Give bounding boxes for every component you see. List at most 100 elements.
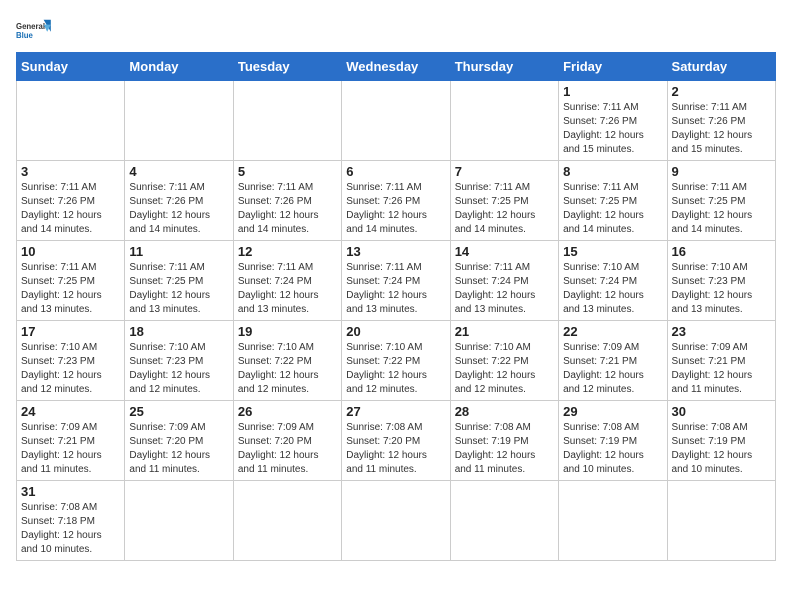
weekday-header-monday: Monday (125, 53, 233, 81)
calendar-day-cell: 3Sunrise: 7:11 AMSunset: 7:26 PMDaylight… (17, 161, 125, 241)
weekday-header-thursday: Thursday (450, 53, 558, 81)
calendar-day-cell: 19 Sunrise: 7:10 AMSunset: 7:22 PMDayligh… (233, 321, 341, 401)
day-number: 24 (21, 404, 120, 419)
calendar-day-cell: 26 Sunrise: 7:09 AMSunset: 7:20 PMDayligh… (233, 401, 341, 481)
day-number: 14 (455, 244, 554, 259)
calendar-week-row: 10 Sunrise: 7:11 AMSunset: 7:25 PMDayligh… (17, 241, 776, 321)
day-number: 28 (455, 404, 554, 419)
day-info: Sunrise: 7:10 AMSunset: 7:23 PMDaylight:… (672, 261, 771, 317)
calendar-day-cell: 10 Sunrise: 7:11 AMSunset: 7:25 PMDayligh… (17, 241, 125, 321)
day-number: 12 (238, 244, 337, 259)
calendar-day-cell (559, 481, 667, 561)
day-number: 9 (672, 164, 771, 179)
weekday-header-sunday: Sunday (17, 53, 125, 81)
day-number: 5 (238, 164, 337, 179)
calendar-day-cell: 16 Sunrise: 7:10 AMSunset: 7:23 PMDayligh… (667, 241, 775, 321)
calendar-day-cell: 7 Sunrise: 7:11 AMSunset: 7:25 PMDaylight… (450, 161, 558, 241)
day-number: 19 (238, 324, 337, 339)
calendar-day-cell (342, 481, 450, 561)
calendar-day-cell: 20 Sunrise: 7:10 AMSunset: 7:22 PMDayligh… (342, 321, 450, 401)
calendar-week-row: 1 Sunrise: 7:11 AMSunset: 7:26 PMDaylight… (17, 81, 776, 161)
day-info: Sunrise: 7:09 AMSunset: 7:20 PMDaylight:… (129, 421, 228, 477)
day-number: 10 (21, 244, 120, 259)
weekday-header-saturday: Saturday (667, 53, 775, 81)
day-info: Sunrise: 7:11 AMSunset: 7:25 PMDaylight:… (455, 181, 554, 237)
day-info: Sunrise: 7:09 AMSunset: 7:21 PMDaylight:… (21, 421, 120, 477)
day-number: 25 (129, 404, 228, 419)
day-number: 18 (129, 324, 228, 339)
day-number: 17 (21, 324, 120, 339)
day-info: Sunrise: 7:08 AMSunset: 7:18 PMDaylight:… (21, 501, 120, 557)
calendar-day-cell: 18 Sunrise: 7:10 AMSunset: 7:23 PMDayligh… (125, 321, 233, 401)
calendar-day-cell: 17 Sunrise: 7:10 AMSunset: 7:23 PMDayligh… (17, 321, 125, 401)
calendar-day-cell: 31 Sunrise: 7:08 AMSunset: 7:18 PMDayligh… (17, 481, 125, 561)
day-number: 7 (455, 164, 554, 179)
calendar-day-cell: 24 Sunrise: 7:09 AMSunset: 7:21 PMDayligh… (17, 401, 125, 481)
day-number: 6 (346, 164, 445, 179)
calendar-day-cell (342, 81, 450, 161)
day-info: Sunrise: 7:11 AMSunset: 7:26 PMDaylight:… (563, 101, 662, 157)
day-number: 26 (238, 404, 337, 419)
calendar-day-cell (125, 481, 233, 561)
calendar-day-cell: 2Sunrise: 7:11 AMSunset: 7:26 PMDaylight… (667, 81, 775, 161)
calendar-day-cell: 28 Sunrise: 7:08 AMSunset: 7:19 PMDayligh… (450, 401, 558, 481)
day-number: 20 (346, 324, 445, 339)
calendar-day-cell: 1 Sunrise: 7:11 AMSunset: 7:26 PMDaylight… (559, 81, 667, 161)
calendar-day-cell: 30 Sunrise: 7:08 AMSunset: 7:19 PMDayligh… (667, 401, 775, 481)
day-info: Sunrise: 7:11 AMSunset: 7:26 PMDaylight:… (238, 181, 337, 237)
page-header: GeneralBlue (16, 16, 776, 44)
day-number: 3 (21, 164, 120, 179)
day-number: 8 (563, 164, 662, 179)
weekday-header-wednesday: Wednesday (342, 53, 450, 81)
day-info: Sunrise: 7:11 AMSunset: 7:25 PMDaylight:… (21, 261, 120, 317)
day-info: Sunrise: 7:08 AMSunset: 7:20 PMDaylight:… (346, 421, 445, 477)
day-number: 31 (21, 484, 120, 499)
day-info: Sunrise: 7:11 AMSunset: 7:25 PMDaylight:… (129, 261, 228, 317)
calendar-day-cell (125, 81, 233, 161)
calendar-day-cell (667, 481, 775, 561)
calendar-day-cell: 13 Sunrise: 7:11 AMSunset: 7:24 PMDayligh… (342, 241, 450, 321)
calendar-week-row: 3 Sunrise: 7:11 AMSunset: 7:26 PMDaylight… (17, 161, 776, 241)
calendar-day-cell (450, 81, 558, 161)
day-info: Sunrise: 7:11 AMSunset: 7:24 PMDaylight:… (455, 261, 554, 317)
day-info: Sunrise: 7:11 AMSunset: 7:26 PMDaylight:… (129, 181, 228, 237)
calendar-day-cell: 29Sunrise: 7:08 AMSunset: 7:19 PMDayligh… (559, 401, 667, 481)
svg-text:Blue: Blue (16, 31, 34, 40)
calendar-week-row: 17 Sunrise: 7:10 AMSunset: 7:23 PMDayligh… (17, 321, 776, 401)
day-number: 1 (563, 84, 662, 99)
day-number: 2 (672, 84, 771, 99)
day-info: Sunrise: 7:10 AMSunset: 7:22 PMDaylight:… (238, 341, 337, 397)
day-number: 4 (129, 164, 228, 179)
day-info: Sunrise: 7:10 AMSunset: 7:23 PMDaylight:… (21, 341, 120, 397)
calendar-table: SundayMondayTuesdayWednesdayThursdayFrid… (16, 52, 776, 561)
day-number: 29 (563, 404, 662, 419)
day-info: Sunrise: 7:10 AMSunset: 7:22 PMDaylight:… (455, 341, 554, 397)
day-number: 21 (455, 324, 554, 339)
calendar-day-cell: 11Sunrise: 7:11 AMSunset: 7:25 PMDayligh… (125, 241, 233, 321)
day-info: Sunrise: 7:10 AMSunset: 7:23 PMDaylight:… (129, 341, 228, 397)
calendar-day-cell: 22Sunrise: 7:09 AMSunset: 7:21 PMDayligh… (559, 321, 667, 401)
day-number: 16 (672, 244, 771, 259)
calendar-day-cell (233, 481, 341, 561)
day-info: Sunrise: 7:10 AMSunset: 7:22 PMDaylight:… (346, 341, 445, 397)
day-info: Sunrise: 7:08 AMSunset: 7:19 PMDaylight:… (672, 421, 771, 477)
day-number: 27 (346, 404, 445, 419)
calendar-day-cell: 15Sunrise: 7:10 AMSunset: 7:24 PMDayligh… (559, 241, 667, 321)
day-info: Sunrise: 7:11 AMSunset: 7:24 PMDaylight:… (346, 261, 445, 317)
generalblue-logo-icon: GeneralBlue (16, 16, 52, 44)
day-info: Sunrise: 7:09 AMSunset: 7:21 PMDaylight:… (672, 341, 771, 397)
calendar-day-cell: 5 Sunrise: 7:11 AMSunset: 7:26 PMDaylight… (233, 161, 341, 241)
calendar-week-row: 31 Sunrise: 7:08 AMSunset: 7:18 PMDayligh… (17, 481, 776, 561)
calendar-day-cell (450, 481, 558, 561)
day-info: Sunrise: 7:11 AMSunset: 7:25 PMDaylight:… (563, 181, 662, 237)
calendar-day-cell: 6Sunrise: 7:11 AMSunset: 7:26 PMDaylight… (342, 161, 450, 241)
weekday-header-tuesday: Tuesday (233, 53, 341, 81)
day-number: 30 (672, 404, 771, 419)
day-info: Sunrise: 7:08 AMSunset: 7:19 PMDaylight:… (455, 421, 554, 477)
day-number: 13 (346, 244, 445, 259)
calendar-day-cell: 12Sunrise: 7:11 AMSunset: 7:24 PMDayligh… (233, 241, 341, 321)
day-info: Sunrise: 7:09 AMSunset: 7:20 PMDaylight:… (238, 421, 337, 477)
calendar-day-cell (233, 81, 341, 161)
calendar-day-cell: 21 Sunrise: 7:10 AMSunset: 7:22 PMDayligh… (450, 321, 558, 401)
day-number: 22 (563, 324, 662, 339)
